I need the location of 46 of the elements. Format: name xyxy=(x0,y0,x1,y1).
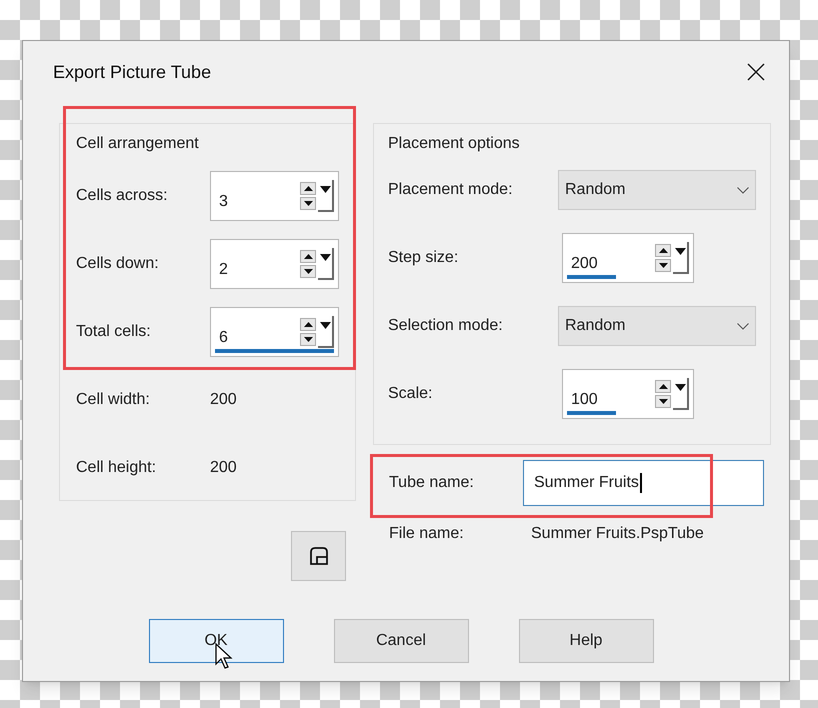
dropdown-arrow-icon[interactable] xyxy=(673,242,689,274)
dropdown-value: Random xyxy=(565,316,626,336)
spin-field[interactable]: 200 xyxy=(562,233,694,283)
field-value: 100 xyxy=(571,390,598,410)
field-label: Tube name: xyxy=(389,473,475,493)
tube-name-field[interactable]: Summer Fruits xyxy=(523,460,764,506)
window-title: Export Picture Tube xyxy=(53,60,212,84)
spin-field[interactable]: 100 xyxy=(562,369,694,419)
field-value: Summer Fruits xyxy=(534,473,639,493)
file-name-value: Summer Fruits.PspTube xyxy=(531,524,704,544)
dialog-button[interactable]: Help xyxy=(518,619,654,663)
field-value: 2 xyxy=(219,260,228,280)
field-label: Cell height: xyxy=(76,458,158,478)
dropdown-arrow-icon[interactable] xyxy=(318,180,334,212)
dropdown-arrow-icon[interactable] xyxy=(673,378,689,410)
spin-field[interactable]: 2 xyxy=(210,239,339,289)
dropdown-value: Random xyxy=(565,180,626,200)
dropdown-field[interactable]: Random xyxy=(558,306,756,346)
field-value: 6 xyxy=(219,328,228,348)
field-label: Selection mode: xyxy=(388,316,504,336)
spin-field[interactable]: 3 xyxy=(210,171,339,221)
save-settings-button[interactable] xyxy=(291,531,346,581)
dropdown-arrow-icon[interactable] xyxy=(318,248,334,280)
dropdown-field[interactable]: Random xyxy=(558,170,756,210)
field-label: Cells down: xyxy=(76,254,160,274)
field-label: Cell width: xyxy=(76,390,151,410)
dialog-button[interactable]: OK xyxy=(148,619,284,663)
field-label: Total cells: xyxy=(76,322,152,342)
field-label: Cells across: xyxy=(76,186,169,206)
field-label: Step size: xyxy=(388,248,460,268)
close-icon[interactable] xyxy=(747,63,765,81)
field-value: 200 xyxy=(210,458,237,478)
text-cursor xyxy=(640,473,642,493)
chevron-down-icon xyxy=(737,186,749,194)
group-title: Cell arrangement xyxy=(76,134,200,154)
field-label: File name: xyxy=(389,524,465,544)
save-icon xyxy=(310,547,328,565)
field-label: Placement mode: xyxy=(388,180,514,200)
field-label: Scale: xyxy=(388,384,434,404)
field-value: 3 xyxy=(219,192,228,212)
chevron-down-icon xyxy=(737,322,749,330)
group-title: Placement options xyxy=(388,134,521,154)
field-value: 200 xyxy=(210,390,237,410)
field-value: 200 xyxy=(571,254,598,274)
dialog-button[interactable]: Cancel xyxy=(334,619,468,663)
spin-field[interactable]: 6 xyxy=(210,307,339,357)
